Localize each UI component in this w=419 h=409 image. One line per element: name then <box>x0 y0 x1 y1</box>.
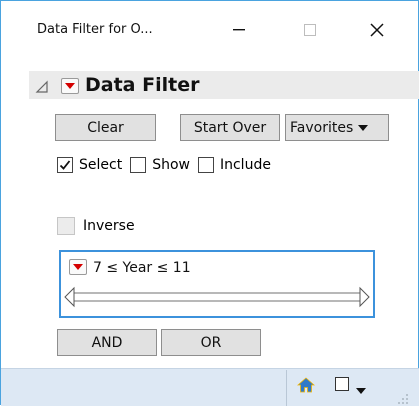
filter-mode-options: Select Show Include <box>57 155 279 175</box>
inverse-option: Inverse <box>57 216 135 236</box>
and-button[interactable]: AND <box>57 329 157 356</box>
select-checkbox[interactable] <box>57 157 73 173</box>
data-filter-window: Data Filter for O... Data Filter Clear S… <box>0 0 419 406</box>
inverse-label: Inverse <box>83 218 135 234</box>
checkbox-icon[interactable] <box>335 377 349 391</box>
maximize-icon <box>304 24 316 36</box>
include-label: Include <box>219 157 271 173</box>
window-title: Data Filter for O... <box>37 22 153 37</box>
red-triangle-menu-icon[interactable] <box>61 78 79 94</box>
include-checkbox[interactable] <box>197 157 214 173</box>
slider-right-handle <box>359 286 370 308</box>
filter-red-triangle-menu-icon[interactable] <box>69 259 87 275</box>
inverse-checkbox <box>57 217 75 235</box>
dropdown-caret-icon[interactable] <box>356 380 366 399</box>
close-icon <box>370 23 384 37</box>
panel-title: Data Filter <box>85 74 200 96</box>
chevron-down-icon <box>358 120 369 136</box>
or-button[interactable]: OR <box>161 329 261 356</box>
disclosure-triangle-icon[interactable] <box>35 79 49 98</box>
start-over-button[interactable]: Start Over <box>180 114 280 141</box>
home-icon[interactable] <box>296 377 316 397</box>
close-button[interactable] <box>357 15 397 45</box>
maximize-button[interactable] <box>290 15 330 45</box>
title-bar[interactable]: Data Filter for O... <box>1 1 418 53</box>
minimize-icon <box>233 29 245 31</box>
select-label: Select <box>79 157 123 173</box>
minimize-button[interactable] <box>219 15 259 45</box>
clear-button[interactable]: Clear <box>55 114 156 141</box>
favorites-dropdown[interactable]: Favorites <box>285 114 389 141</box>
status-bar-divider <box>286 370 287 406</box>
show-checkbox[interactable] <box>130 157 147 173</box>
show-label: Show <box>152 157 190 173</box>
favorites-label: Favorites <box>290 119 354 136</box>
range-condition-text[interactable]: 7 ≤ Year ≤ 11 <box>93 260 191 276</box>
resize-grip-icon[interactable] <box>397 390 409 409</box>
slider-left-handle <box>64 286 75 308</box>
range-slider[interactable] <box>64 286 370 312</box>
